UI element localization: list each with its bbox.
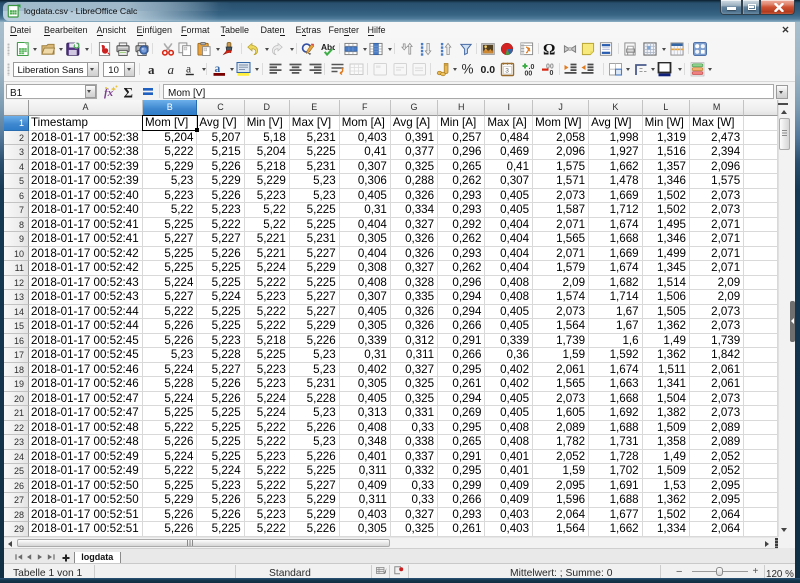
svg-text:%: % <box>461 62 473 77</box>
svg-text:Ω: Ω <box>543 42 555 56</box>
svg-text:0.0: 0.0 <box>480 64 495 76</box>
svg-text:a: a <box>148 62 155 77</box>
svg-text:a: a <box>186 64 191 76</box>
svg-text:Σ: Σ <box>124 86 133 100</box>
svg-text:00: 00 <box>525 71 533 77</box>
svg-text:Abc: Abc <box>321 42 335 52</box>
svg-text:3: 3 <box>505 68 509 75</box>
svg-text:a: a <box>168 62 175 77</box>
svg-text:0: 0 <box>549 70 553 77</box>
